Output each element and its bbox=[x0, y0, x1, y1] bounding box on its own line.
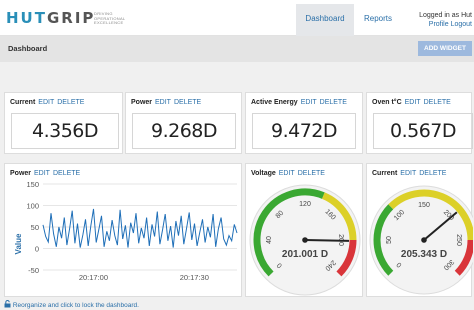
footer-text: Reorganize and click to lock the dashboa… bbox=[12, 302, 139, 309]
edit-link[interactable]: EDIT bbox=[301, 99, 317, 106]
active-energy-value-widget: Active Energy EDIT DELETE 9.472D bbox=[245, 92, 363, 154]
widget-value: 0.567D bbox=[373, 113, 473, 149]
tab-reports[interactable]: Reports bbox=[364, 4, 392, 36]
widget-title: Voltage bbox=[251, 170, 276, 177]
current-value-widget: Current EDIT DELETE 4.356D bbox=[4, 92, 123, 154]
oven-temperature-value-widget: Oven t°C EDIT DELETE 0.567D bbox=[366, 92, 473, 154]
gauge-needle bbox=[304, 239, 350, 242]
delete-link[interactable]: DELETE bbox=[53, 170, 80, 177]
power-value-widget: Power EDIT DELETE 9.268D bbox=[125, 92, 242, 154]
logo-text-hut: HUT bbox=[6, 9, 47, 27]
user-menu: Logged in as Hut Profile Logout bbox=[419, 11, 472, 29]
widget-value: 9.268D bbox=[132, 113, 236, 149]
gauge-value-label: 201.001 D bbox=[282, 249, 328, 260]
power-chart-widget: Power EDIT DELETE -50 0 50 100 150 20:17:00 20:… bbox=[4, 163, 242, 297]
delete-link[interactable]: DELETE bbox=[320, 99, 347, 106]
page-title: Dashboard bbox=[8, 44, 48, 53]
reorganize-lock-link[interactable]: Reorganize and click to lock the dashboa… bbox=[4, 300, 139, 310]
widget-title: Oven t°C bbox=[372, 99, 402, 106]
gauge-value-label: 205.343 D bbox=[401, 249, 447, 260]
delete-link[interactable]: DELETE bbox=[174, 99, 201, 106]
gauge-needle-hub bbox=[421, 237, 427, 243]
gauge-tick-label: 250 bbox=[455, 234, 462, 246]
y-tick-label: 50 bbox=[31, 223, 39, 232]
y-tick-label: 0 bbox=[35, 245, 39, 254]
x-tick-label: 20:17:30 bbox=[180, 273, 209, 282]
delete-link[interactable]: DELETE bbox=[424, 99, 451, 106]
lock-icon bbox=[4, 300, 11, 310]
widget-title: Power bbox=[10, 170, 32, 177]
add-widget-button[interactable]: ADD WIDGET bbox=[418, 41, 472, 56]
y-tick-label: -50 bbox=[28, 266, 39, 275]
widget-title: Current bbox=[372, 170, 398, 177]
current-gauge: 050100150200250300205.343 D bbox=[369, 185, 473, 295]
logo-text-grip: GRIP bbox=[46, 9, 96, 27]
power-series-line bbox=[42, 208, 238, 248]
x-tick-label: 20:17:00 bbox=[79, 273, 108, 282]
top-header: HUTGRIP DRIVING OPERATIONAL EXCELLENCE D… bbox=[0, 0, 474, 36]
current-gauge-widget: Current EDIT DELETE 0 50 100 150 200 250 300 205.… bbox=[366, 163, 473, 297]
power-line-chart: -50 0 50 100 150 20:17:00 20:17:30 Value bbox=[14, 180, 238, 282]
edit-link[interactable]: EDIT bbox=[34, 170, 50, 177]
voltage-gauge-widget: VoltageEDITDELETE 04080120160200240201.0… bbox=[245, 163, 363, 297]
widget-title: Current bbox=[10, 99, 36, 106]
y-axis-label: Value bbox=[14, 233, 23, 254]
logged-in-text: Logged in as Hut bbox=[419, 12, 472, 19]
delete-link[interactable]: DELETE bbox=[57, 99, 84, 106]
delete-link[interactable]: DELETE bbox=[419, 170, 446, 177]
gauge-tick-label: 150 bbox=[418, 202, 430, 209]
gauge-tick-label: 50 bbox=[386, 236, 393, 244]
sub-header: Dashboard ADD WIDGET bbox=[0, 36, 474, 62]
voltage-gauge: 04080120160200240201.001 D bbox=[249, 184, 361, 296]
gauge-tick-label: 120 bbox=[299, 201, 311, 208]
logo-tagline: DRIVING OPERATIONAL EXCELLENCE bbox=[94, 11, 125, 26]
edit-link[interactable]: EDIT bbox=[405, 99, 421, 106]
widget-value: 9.472D bbox=[252, 113, 356, 149]
y-tick-label: 100 bbox=[26, 202, 39, 211]
gauge-needle-hub bbox=[302, 237, 308, 243]
tagline-line: EXCELLENCE bbox=[94, 20, 124, 25]
edit-link[interactable]: EDIT bbox=[155, 99, 171, 106]
y-tick-label: 150 bbox=[26, 180, 39, 189]
delete-link[interactable]: DELETE bbox=[298, 170, 325, 177]
edit-link[interactable]: EDIT bbox=[38, 99, 54, 106]
widget-value: 4.356D bbox=[11, 113, 119, 149]
edit-link[interactable]: EDIT bbox=[279, 170, 295, 177]
profile-link[interactable]: Profile bbox=[429, 21, 449, 28]
hutgrip-logo[interactable]: HUTGRIP bbox=[6, 9, 95, 27]
edit-link[interactable]: EDIT bbox=[400, 170, 416, 177]
widget-title: Power bbox=[131, 99, 153, 106]
tab-dashboard[interactable]: Dashboard bbox=[296, 4, 354, 36]
widget-title: Active Energy bbox=[251, 99, 298, 106]
gauge-tick-label: 40 bbox=[266, 236, 273, 244]
logout-link[interactable]: Logout bbox=[451, 21, 472, 28]
